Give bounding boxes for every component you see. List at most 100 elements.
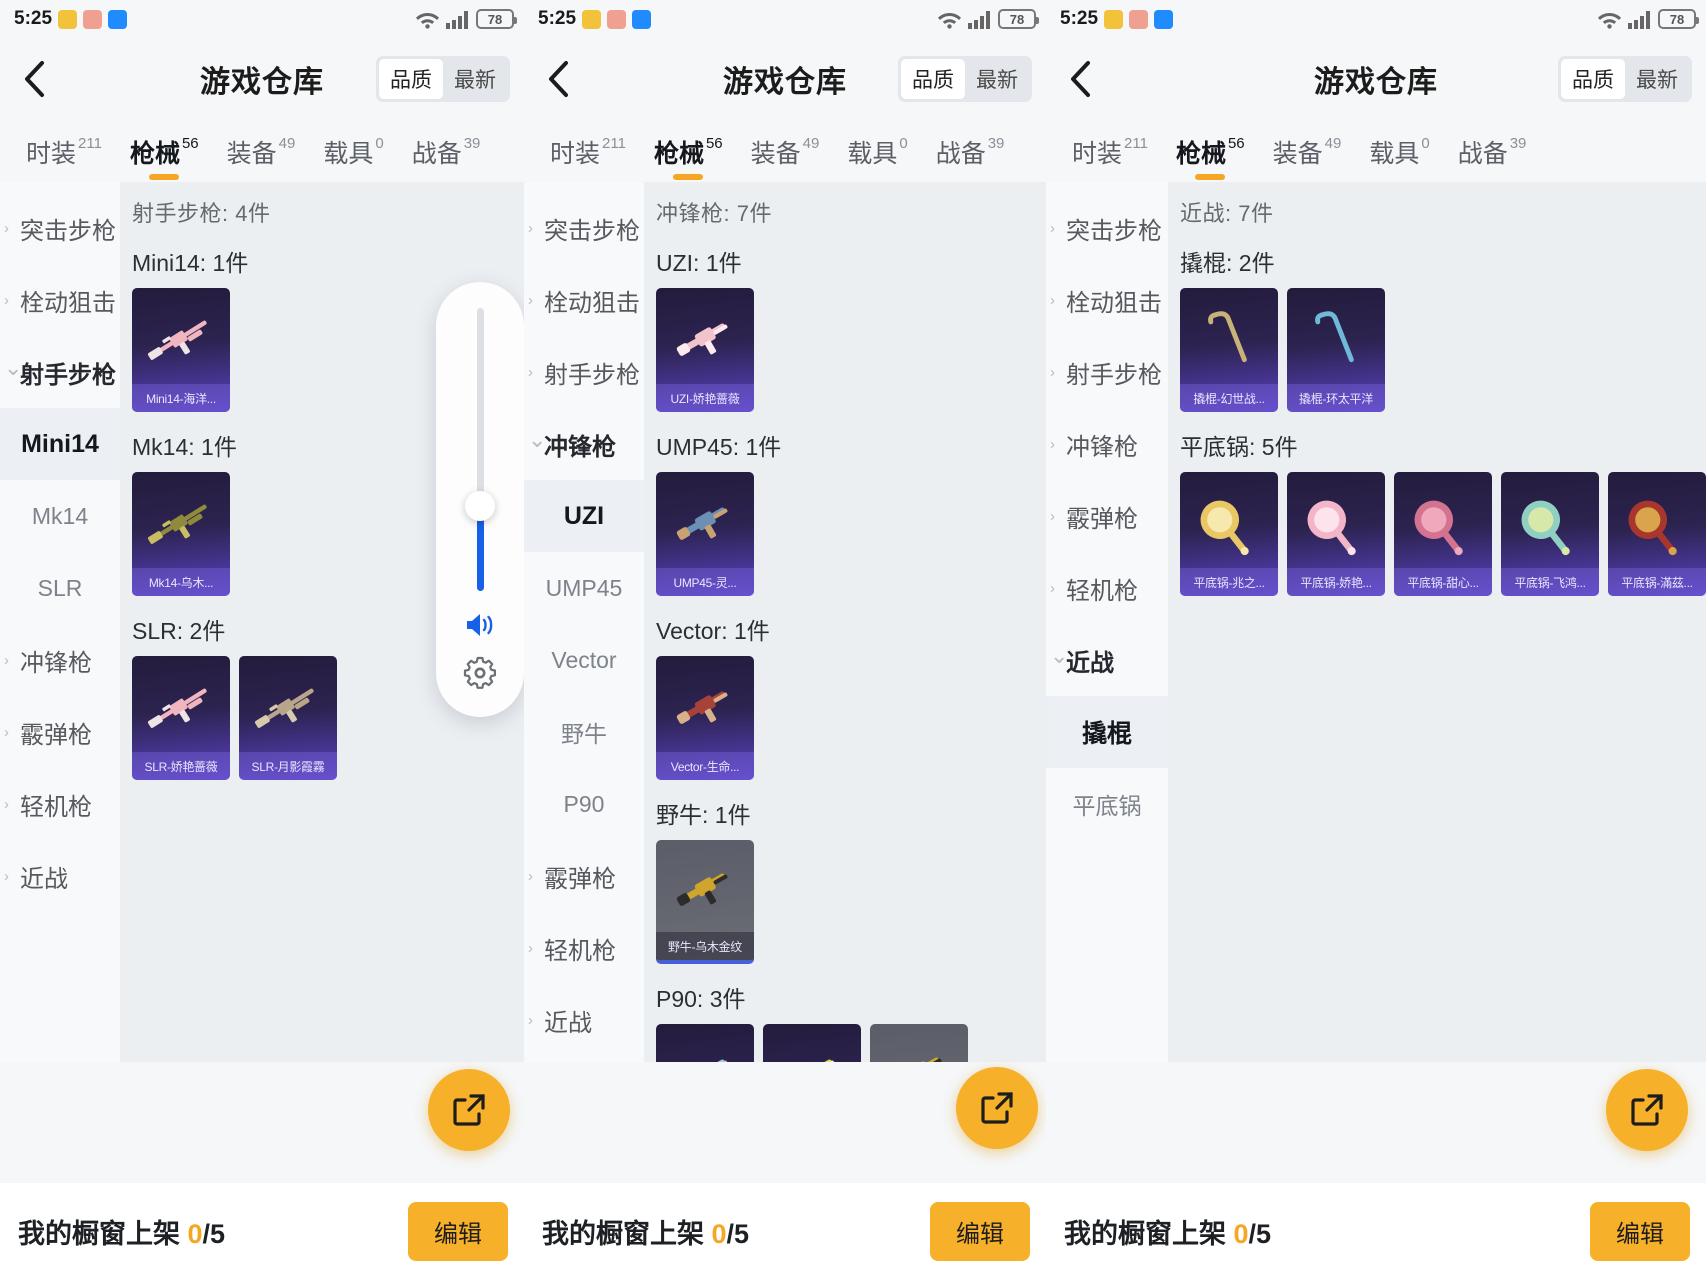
sidebar-subitem-3[interactable]: Mini14: [0, 408, 120, 480]
tab-fashion[interactable]: 时装 211: [1058, 134, 1162, 182]
sort-option-quality[interactable]: 品质: [901, 59, 965, 99]
sidebar-subitem-8[interactable]: P90: [524, 768, 644, 840]
tab-fashion[interactable]: 时装 211: [12, 134, 116, 182]
sidebar-group-10[interactable]: › 轻机枪: [524, 912, 644, 984]
sidebar-subitem-5[interactable]: UMP45: [524, 552, 644, 624]
sidebar-group-6[interactable]: › 冲锋枪: [0, 624, 120, 696]
inventory-item-card[interactable]: 平底锅-兆之...: [1180, 472, 1278, 596]
sidebar-subitem-6[interactable]: Vector: [524, 624, 644, 696]
sidebar-group-3[interactable]: ⌄ 冲锋枪: [524, 408, 644, 480]
sidebar-group-6[interactable]: ⌄ 近战: [1046, 624, 1168, 696]
tab-equipment[interactable]: 装备 49: [213, 134, 310, 182]
sidebar-subitem-4[interactable]: UZI: [524, 480, 644, 552]
gear-icon[interactable]: [463, 656, 497, 695]
sort-option-quality[interactable]: 品质: [1561, 59, 1625, 99]
inventory-item-card[interactable]: P90-飛鴻踏影: [763, 1024, 861, 1062]
sidebar-group-8[interactable]: › 轻机枪: [0, 768, 120, 840]
sidebar-group-1[interactable]: › 栓动狙击: [524, 264, 644, 336]
sidebar-group-2[interactable]: ⌄ 射手步枪: [0, 336, 120, 408]
tab-count: 49: [802, 135, 820, 152]
inventory-item-card[interactable]: P90-幻覺浸染: [656, 1024, 754, 1062]
inventory-item-card[interactable]: 平底锅-娇艳...: [1287, 472, 1385, 596]
item-grid[interactable]: 冲锋枪: 7件 UZI: 1件 UZI-娇艳蔷薇 UMP45: 1件 UMP45-灵…: [644, 182, 1046, 1062]
tab-vehicles[interactable]: 载具 0: [1355, 134, 1443, 182]
sidebar-subitem-4[interactable]: Mk14: [0, 480, 120, 552]
volume-slider-thumb[interactable]: [465, 491, 495, 522]
inventory-item-card[interactable]: 平底锅-飞鸿...: [1501, 472, 1599, 596]
volume-slider-overlay[interactable]: [436, 282, 524, 717]
showcase-status: 我的橱窗上架 0/5: [542, 1212, 749, 1251]
category-sidebar[interactable]: › 突击步枪 › 栓动狙击 › 射手步枪 › 冲锋枪 › 霰弹枪 › 轻机枪 ⌄ 近战 撬棍 平底锅: [1046, 182, 1168, 1062]
sort-option-newest[interactable]: 最新: [1625, 59, 1689, 99]
edit-button[interactable]: 编辑: [1590, 1201, 1690, 1261]
sidebar-group-3[interactable]: › 冲锋枪: [1046, 408, 1168, 480]
inventory-item-card[interactable]: UMP45-灵...: [656, 472, 754, 596]
item-row: UMP45-灵...: [656, 472, 1046, 596]
sidebar-subitem-7[interactable]: 撬棍: [1046, 696, 1168, 768]
sort-option-quality[interactable]: 品质: [379, 59, 443, 99]
sidebar-group-4[interactable]: › 霰弹枪: [1046, 480, 1168, 552]
back-chevron-icon[interactable]: [14, 59, 54, 99]
rifle-pink-icon: [132, 664, 230, 748]
sidebar-group-0[interactable]: › 突击步枪: [524, 192, 644, 264]
item-grid[interactable]: 近战: 7件 撬棍: 2件 撬棍-幻世战... 撬棍-环太平洋 平底锅: 5件 平底…: [1168, 182, 1706, 1062]
tab-loadout[interactable]: 战备 39: [398, 134, 495, 182]
inventory-item-card[interactable]: 撬棍-幻世战...: [1180, 288, 1278, 412]
tab-loadout[interactable]: 战备 39: [922, 134, 1019, 182]
sidebar-group-label: 冲锋枪: [544, 433, 616, 461]
back-chevron-icon[interactable]: [538, 59, 578, 99]
nav-bar: 游戏仓库 品质 最新: [524, 38, 1046, 120]
sidebar-subitem-8[interactable]: 平底锅: [1046, 768, 1168, 840]
edit-button[interactable]: 编辑: [408, 1201, 508, 1261]
back-chevron-icon[interactable]: [1060, 59, 1100, 99]
sidebar-group-9[interactable]: › 近战: [0, 840, 120, 912]
smg-pink-icon: [656, 296, 754, 380]
sidebar-group-2[interactable]: › 射手步枪: [1046, 336, 1168, 408]
inventory-item-card[interactable]: 平底锅-甜心...: [1394, 472, 1492, 596]
sidebar-group-1[interactable]: › 栓动狙击: [0, 264, 120, 336]
inventory-item-card[interactable]: SLR-娇艳蔷薇: [132, 656, 230, 780]
sort-option-newest[interactable]: 最新: [443, 59, 507, 99]
category-sidebar[interactable]: › 突击步枪 › 栓动狙击 › 射手步枪 ⌄ 冲锋枪 UZI UMP45 Vector 野牛 P90 › 霰…: [524, 182, 644, 1062]
inventory-item-card[interactable]: Mini14-海洋...: [132, 288, 230, 412]
sidebar-group-9[interactable]: › 霰弹枪: [524, 840, 644, 912]
inventory-item-card[interactable]: SLR-月影霞霧: [239, 656, 337, 780]
battery-level: 78: [487, 11, 503, 27]
inventory-item-card[interactable]: Vector-生命...: [656, 656, 754, 780]
tab-fashion[interactable]: 时装 211: [536, 134, 640, 182]
inventory-item-card[interactable]: Mk14-乌木...: [132, 472, 230, 596]
sidebar-group-0[interactable]: › 突击步枪: [1046, 192, 1168, 264]
tab-firearms[interactable]: 枪械 56: [640, 134, 737, 182]
tab-vehicles[interactable]: 载具 0: [833, 134, 921, 182]
tab-firearms[interactable]: 枪械 56: [1162, 134, 1259, 182]
speaker-volume-icon[interactable]: [464, 611, 496, 644]
category-sidebar[interactable]: › 突击步枪 › 栓动狙击 ⌄ 射手步枪 Mini14 Mk14 SLR › 冲锋枪 › 霰弹枪 › 轻机枪…: [0, 182, 120, 1062]
inventory-item-card[interactable]: 撬棍-环太平洋: [1287, 288, 1385, 412]
sidebar-group-5[interactable]: › 轻机枪: [1046, 552, 1168, 624]
inventory-item-card[interactable]: 野牛-乌木金纹: [656, 840, 754, 964]
sort-option-newest[interactable]: 最新: [965, 59, 1029, 99]
tab-firearms[interactable]: 枪械 56: [116, 134, 213, 182]
status-bar-right: 78: [937, 9, 1039, 29]
sidebar-group-11[interactable]: › 近战: [524, 984, 644, 1056]
tab-loadout[interactable]: 战备 39: [1444, 134, 1541, 182]
external-link-fab[interactable]: [1606, 1069, 1688, 1151]
sidebar-group-7[interactable]: › 霰弹枪: [0, 696, 120, 768]
volume-slider-track[interactable]: [465, 308, 495, 591]
edit-button[interactable]: 编辑: [930, 1201, 1030, 1261]
sidebar-subitem-5[interactable]: SLR: [0, 552, 120, 624]
external-link-fab[interactable]: [956, 1067, 1038, 1149]
battery-level: 78: [1009, 11, 1025, 27]
sidebar-group-2[interactable]: › 射手步枪: [524, 336, 644, 408]
inventory-item-card[interactable]: 平底锅-滿茲...: [1608, 472, 1706, 596]
sidebar-group-0[interactable]: › 突击步枪: [0, 192, 120, 264]
tab-equipment[interactable]: 装备 49: [1259, 134, 1356, 182]
tab-equipment[interactable]: 装备 49: [737, 134, 834, 182]
inventory-item-card[interactable]: UZI-娇艳蔷薇: [656, 288, 754, 412]
sidebar-group-1[interactable]: › 栓动狙击: [1046, 264, 1168, 336]
tab-vehicles[interactable]: 载具 0: [309, 134, 397, 182]
sidebar-subitem-7[interactable]: 野牛: [524, 696, 644, 768]
external-link-fab[interactable]: [428, 1069, 510, 1151]
status-bar-clock: 5:25: [538, 8, 577, 29]
inventory-item-card[interactable]: P90-乌木金纹: [870, 1024, 968, 1062]
